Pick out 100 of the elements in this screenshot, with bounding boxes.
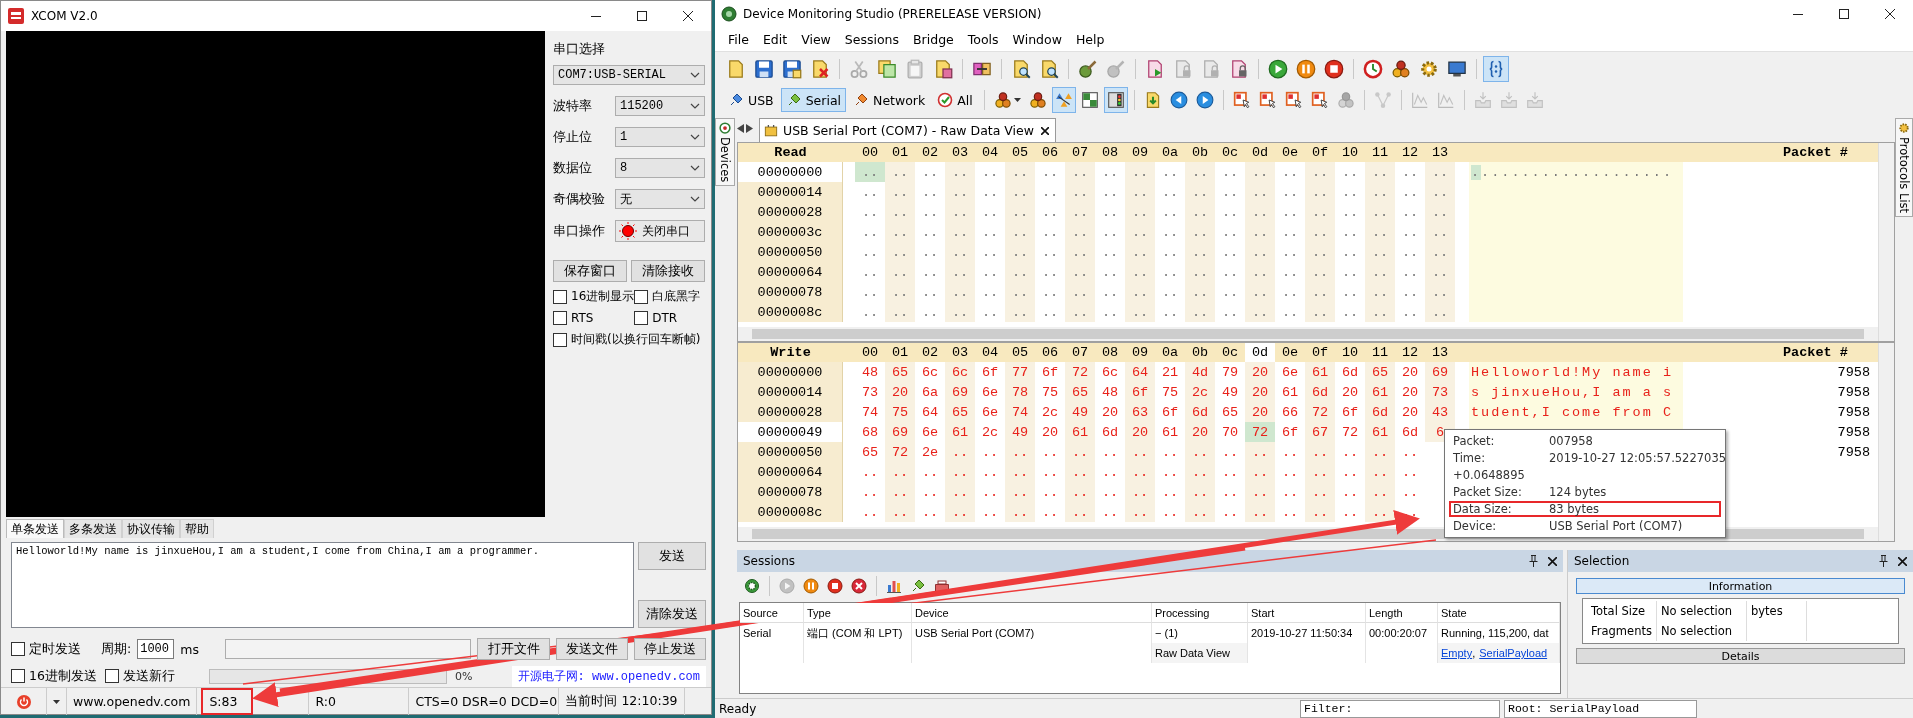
filter-button[interactable]: All [932,88,978,112]
chart-icon [1436,91,1455,109]
close-button[interactable] [1039,126,1051,135]
status-text: www.openedv.com [67,688,198,715]
hex-byte: .. [1220,463,1240,482]
hex-byte: .. [945,202,975,222]
period-field[interactable]: 1000 [137,639,175,659]
document-icon [726,59,746,79]
hex-byte: 48 [1100,383,1120,402]
checkbox[interactable] [553,311,567,325]
filter-button[interactable]: Serial [780,88,847,112]
action-button[interactable]: 打开文件 [477,638,550,660]
menu-item[interactable]: Edit [755,32,795,47]
column-header: 10 [1340,144,1360,162]
row-offset: 00000050 [738,442,843,462]
dropdown[interactable]: COM7:USB-SERIAL [553,65,705,85]
clock-text: 当前时间 12:10:39 [559,688,685,715]
send-text-field[interactable]: Helloworld!My name is jinxueHou,I am a student,I come from China,I am a programmer. [11,542,634,628]
dropdown[interactable]: 115200 [615,96,705,116]
tooltip-label: Time: [1453,451,1487,465]
root-field[interactable]: Root: SerialPayload [1504,699,1697,718]
hex-byte: .. [1305,442,1335,462]
section-header[interactable]: Information [1576,578,1905,594]
checkbox[interactable] [634,289,649,304]
hex-byte: 61 [1160,423,1180,442]
checkbox[interactable] [553,289,567,304]
checkbox[interactable] [11,642,25,656]
column-header: Length [1366,603,1438,623]
hex-byte: .. [1185,302,1215,322]
tooltip-label: Packet Size: [1453,485,1523,499]
hex-byte: .. [1100,503,1120,522]
tab[interactable]: 协议传输 [122,519,180,538]
menu-item[interactable]: View [794,32,838,47]
dropdown[interactable]: 8 [615,158,705,178]
dock-tab[interactable]: Devices [715,118,735,187]
toolbar-button[interactable] [1103,87,1128,113]
action-button[interactable]: 发送 [638,542,706,570]
filter-button[interactable]: Network [848,88,931,112]
website-link[interactable]: 开源电子网: www.openedv.com [511,665,706,687]
checkbox[interactable] [553,332,567,347]
column-header: 0c [1220,144,1240,162]
vertical-scrollbar[interactable] [1878,343,1894,541]
hex-byte: .. [1125,302,1155,322]
hex-byte: .. [1040,163,1060,182]
column-header: 07 [1070,344,1090,362]
checkbox[interactable] [634,311,649,325]
table-cell: 端口 (COM 和 LPT) [804,623,912,643]
checkbox[interactable] [104,669,119,683]
action-button[interactable]: 清除发送 [638,600,706,628]
hex-byte: 75 [885,402,915,422]
vertical-scrollbar[interactable] [1878,143,1894,341]
document-tab[interactable]: USB Serial Port (COM7) - Raw Data View [759,118,1056,142]
filter-button[interactable]: USB [723,88,779,112]
toolbar-button[interactable] [1051,87,1076,113]
menu-item[interactable]: Help [1068,32,1112,47]
menu-item[interactable]: Tools [960,32,1006,47]
action-button[interactable]: 停止发送 [633,638,706,660]
horizontal-scrollbar[interactable] [738,327,1878,341]
link[interactable]: SerialPayload [1479,647,1548,659]
hex-byte: .. [980,463,1000,482]
hex-byte: .. [860,263,880,282]
file-path-field[interactable] [224,639,472,659]
column-header: Type [804,603,912,623]
tab[interactable]: 单条发送 [6,519,64,538]
checkbox-label: 16进制发送 [29,667,97,685]
menu-item[interactable]: Bridge [906,32,961,47]
hex-byte: .. [1065,162,1095,182]
stop-icon [827,578,843,594]
hex-byte: .. [1340,163,1360,182]
hex-byte: .. [1280,223,1300,242]
hex-byte: .. [1305,202,1335,222]
status-text: Ready [718,701,758,716]
menu-item[interactable]: Sessions [837,32,907,47]
hex-byte: .. [1040,183,1060,202]
hex-byte: .. [1425,302,1455,322]
hex-byte: 66 [1280,403,1300,422]
action-button[interactable]: 保存窗口 [553,260,627,282]
dock-tab[interactable]: Protocols List [1895,118,1913,218]
tooltip-label: Data Size: [1453,502,1513,516]
checkbox[interactable] [11,669,25,683]
toolbar-button[interactable] [1483,56,1509,82]
hex-byte: .. [1125,162,1155,182]
link[interactable]: Empty [1441,647,1473,659]
document-lock-icon [1201,59,1221,79]
menu-item[interactable]: Window [1005,32,1069,47]
action-button[interactable]: 发送文件 [555,638,628,660]
tab[interactable]: 多条发送 [64,519,122,538]
filter-field[interactable]: Filter: [1300,699,1500,718]
hex-byte: .. [1305,242,1335,262]
hex-byte: .. [945,482,975,502]
action-button[interactable]: 清除接收 [631,260,705,282]
menu-item[interactable]: File [721,32,756,47]
hex-byte: .. [860,283,880,302]
column-header: 13 [1430,344,1450,362]
hex-byte: .. [1160,283,1180,302]
tab[interactable]: 帮助 [180,519,214,538]
dropdown[interactable]: 无 [615,189,705,209]
port-toggle-button[interactable]: 关闭串口 [615,220,705,242]
dropdown[interactable]: 1 [615,127,705,147]
section-header[interactable]: Details [1576,648,1905,664]
